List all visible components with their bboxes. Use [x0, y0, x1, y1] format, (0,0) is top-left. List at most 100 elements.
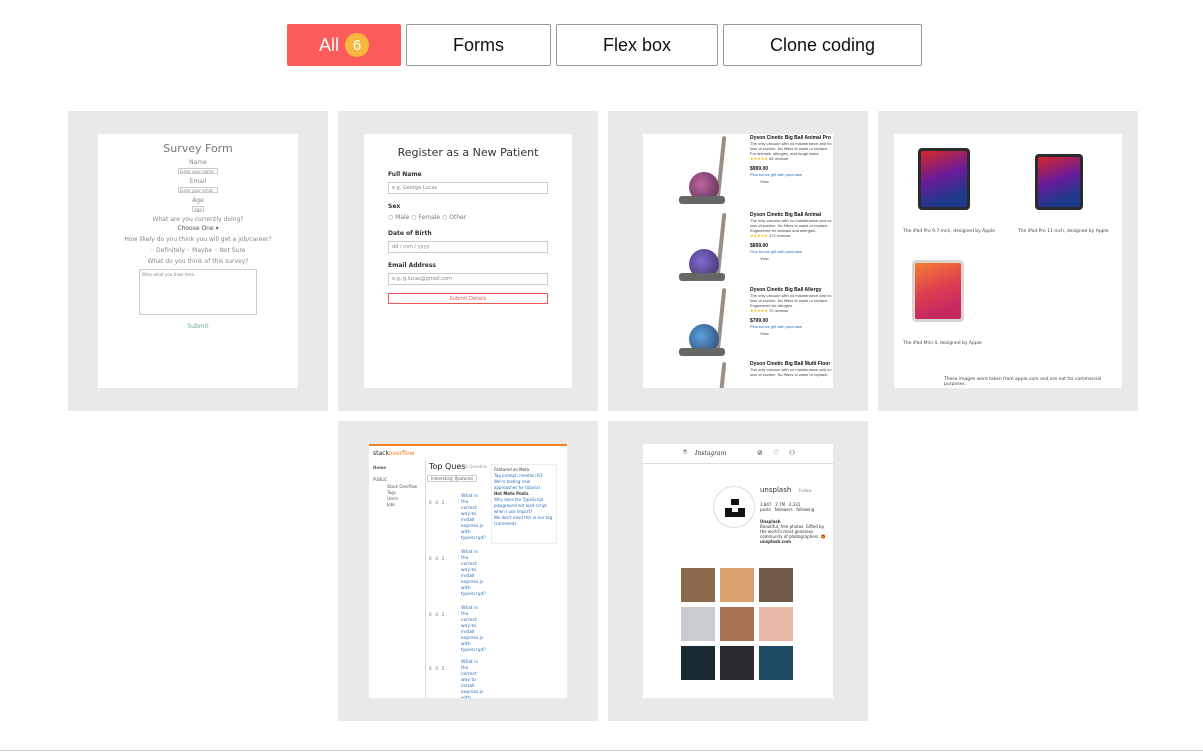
survey-age-field: Age: [192, 206, 204, 212]
survey-title: Survey Form: [163, 142, 233, 155]
instagram-header: ⌾ Instagram ⊘ ♡ ⚇: [643, 444, 833, 464]
followers-label: followers: [774, 507, 793, 512]
stackoverflow-logo: stackoverflow: [373, 450, 414, 457]
register-dob-label: Date of Birth: [388, 230, 432, 237]
stackoverflow-question-row: 0 0 2 What is the correct way to install…: [429, 660, 489, 698]
instagram-brand: Instagram: [695, 450, 727, 457]
project-card-dyson[interactable]: Dyson Cinetic Big Ball Animal Pro The on…: [608, 111, 868, 411]
bio-link: unsplash.com: [760, 539, 792, 544]
dyson-offer: Plus bonus gift with purchase: [750, 249, 803, 254]
register-email-label: Email Address: [388, 262, 437, 269]
stackoverflow-nav-item: Jobs: [387, 502, 396, 507]
stat-value: 2: [441, 666, 445, 671]
ipad-image: [912, 260, 964, 322]
register-sex-label: Sex: [388, 203, 401, 210]
stackoverflow-page-sub: Ask Question: [461, 464, 488, 469]
rating-stars-icon: ★★★★★: [750, 156, 768, 161]
question-stats: 0 0 2: [429, 556, 444, 561]
survey-doing-label: What are you currently doing?: [152, 216, 244, 223]
stat-value: 0: [429, 612, 432, 617]
question-title: What is the correct way to install expre…: [461, 494, 486, 541]
question-title: What is the correct way to install expre…: [461, 550, 486, 597]
stackoverflow-divider: [425, 460, 426, 698]
ipad-caption: The iPad Pro 11-inch, designed by Apple: [1018, 229, 1109, 234]
register-submit: Submit Details: [388, 293, 548, 304]
photo-tile: [720, 568, 754, 602]
following-label: following: [796, 507, 815, 512]
photo-tile: [720, 646, 754, 680]
dyson-product-desc: The only vacuum with no maintenance and …: [750, 218, 832, 228]
stackoverflow-logo-suffix: overflow: [388, 450, 415, 457]
survey-thumbnail: Survey Form Name Enter your name Email E…: [98, 134, 298, 388]
dyson-product-text: Dyson Cinetic Big Ball Multi Floor The o…: [750, 362, 832, 378]
ipad-caption: The iPad Mini 4, designed by Apple: [903, 341, 982, 346]
dyson-thumbnail: Dyson Cinetic Big Ball Animal Pro The on…: [643, 134, 833, 388]
rating-stars-icon: ★★★★★: [750, 233, 768, 238]
survey-name-field: Enter your name: [178, 168, 218, 174]
photo-tile: [759, 607, 793, 641]
register-email-field: e.g. g.lucas@gmail.com: [388, 273, 548, 285]
photo-tile: [759, 568, 793, 602]
question-stats: 0 0 2: [429, 500, 444, 505]
photo-tile: [720, 607, 754, 641]
dyson-view-button: View: [760, 331, 769, 336]
ipad-footer: These images were taken from apple.com a…: [944, 377, 1102, 387]
vacuum-image: [679, 361, 741, 388]
dyson-product-text: Dyson Cinetic Big Ball Allergy The only …: [750, 288, 832, 337]
photo-tile: [681, 568, 715, 602]
register-title: Register as a New Patient: [397, 146, 539, 159]
photo-tile: [681, 607, 715, 641]
register-sex-options: ○ Male ○ Female ○ Other: [388, 214, 467, 221]
stat-value: 0: [429, 556, 432, 561]
survey-likely-options: ◦ Definitely ◦ Maybe ◦ Not Sure: [150, 247, 246, 254]
project-card-stackoverflow[interactable]: stackoverflow Home PUBLIC Stack Overflow…: [338, 421, 598, 721]
register-fullname-label: Full Name: [388, 171, 422, 178]
stat-value: 0: [435, 556, 438, 561]
question-stats: 0 0 2: [429, 666, 444, 671]
stackoverflow-nav-public: PUBLIC: [373, 477, 388, 482]
heart-icon: ♡: [773, 449, 780, 457]
instagram-follow: Follow: [799, 488, 812, 493]
survey-textarea: Write what you think here...: [139, 269, 257, 315]
posts-label: posts: [760, 507, 771, 512]
question-stats: 0 0 2: [429, 612, 444, 617]
instagram-stats: 3,847 2.7M 2,331 posts followers followi…: [760, 502, 814, 512]
dyson-product-row: Dyson Cinetic Big Ball Multi Floor The o…: [643, 362, 833, 388]
panel-hot-item: We don't need this in our tag (comment): [494, 515, 553, 526]
question-title: What is the correct way to install expre…: [461, 606, 486, 653]
dyson-product-desc: The only vacuum with no maintenance and …: [750, 141, 832, 151]
stat-value: 2: [441, 500, 445, 505]
vacuum-image: [679, 287, 741, 358]
instagram-username: unsplash: [760, 486, 792, 494]
project-card-ipad[interactable]: The iPad Pro 9.7-inch, designed by Apple…: [878, 111, 1138, 411]
register-thumbnail: Register as a New Patient Full Name e.g.…: [364, 134, 572, 388]
survey-doing-select: Choose One ▾: [177, 225, 219, 232]
project-card-survey[interactable]: Survey Form Name Enter your name Email E…: [68, 111, 328, 411]
question-title: What is the correct way to install expre…: [461, 660, 484, 698]
unsplash-logo-icon: [725, 499, 745, 517]
dyson-reviews: 70 reviews: [769, 308, 789, 313]
survey-submit: Submit: [187, 323, 209, 330]
dyson-offer: Plus bonus gift with purchase: [750, 172, 803, 177]
stat-value: 0: [435, 666, 438, 671]
stackoverflow-question-row: 0 0 2 What is the correct way to install…: [429, 494, 489, 546]
survey-age-label: Age: [192, 197, 204, 204]
instagram-thumbnail: ⌾ Instagram ⊘ ♡ ⚇ unsplash Follow 3,847 …: [643, 444, 833, 698]
dyson-view-button: View: [760, 179, 769, 184]
dyson-product-text: Dyson Cinetic Big Ball Animal The only v…: [750, 213, 832, 262]
bio-text: Beautiful, free photos. Gifted by the wo…: [760, 524, 826, 539]
survey-name-label: Name: [189, 159, 207, 166]
dyson-product-row: Dyson Cinetic Big Ball Allergy The only …: [643, 288, 833, 363]
rating-stars-icon: ★★★★★: [750, 308, 768, 313]
panel-link: We're testing new approaches for tutoria…: [494, 479, 540, 490]
project-card-instagram[interactable]: ⌾ Instagram ⊘ ♡ ⚇ unsplash Follow 3,847 …: [608, 421, 868, 721]
dyson-product-row: Dyson Cinetic Big Ball Animal Pro The on…: [643, 136, 833, 211]
survey-likely-label: How likely do you think you will get a j…: [124, 236, 272, 243]
register-dob-field: dd / mm / yyyy: [388, 241, 548, 253]
stackoverflow-logo-prefix: stack: [373, 450, 389, 457]
panel-hot-item: Why does the TypeScript playground not l…: [494, 497, 547, 514]
project-card-register[interactable]: Register as a New Patient Full Name e.g.…: [338, 111, 598, 411]
ipad-thumbnail: The iPad Pro 9.7-inch, designed by Apple…: [894, 134, 1122, 388]
register-fullname-field: e.g. George Lucas: [388, 182, 548, 194]
survey-email-field: Enter your email: [178, 187, 218, 193]
